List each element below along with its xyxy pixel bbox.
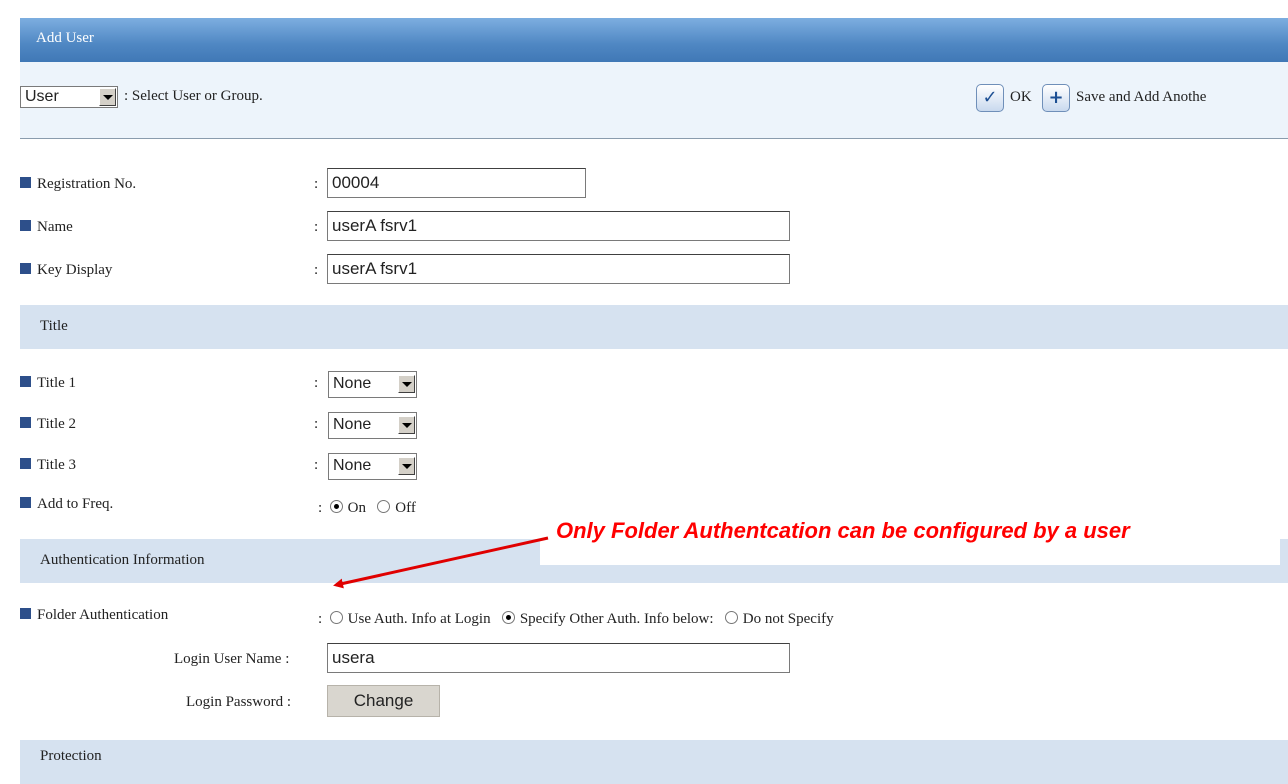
annotation-arrow-icon xyxy=(333,536,549,589)
